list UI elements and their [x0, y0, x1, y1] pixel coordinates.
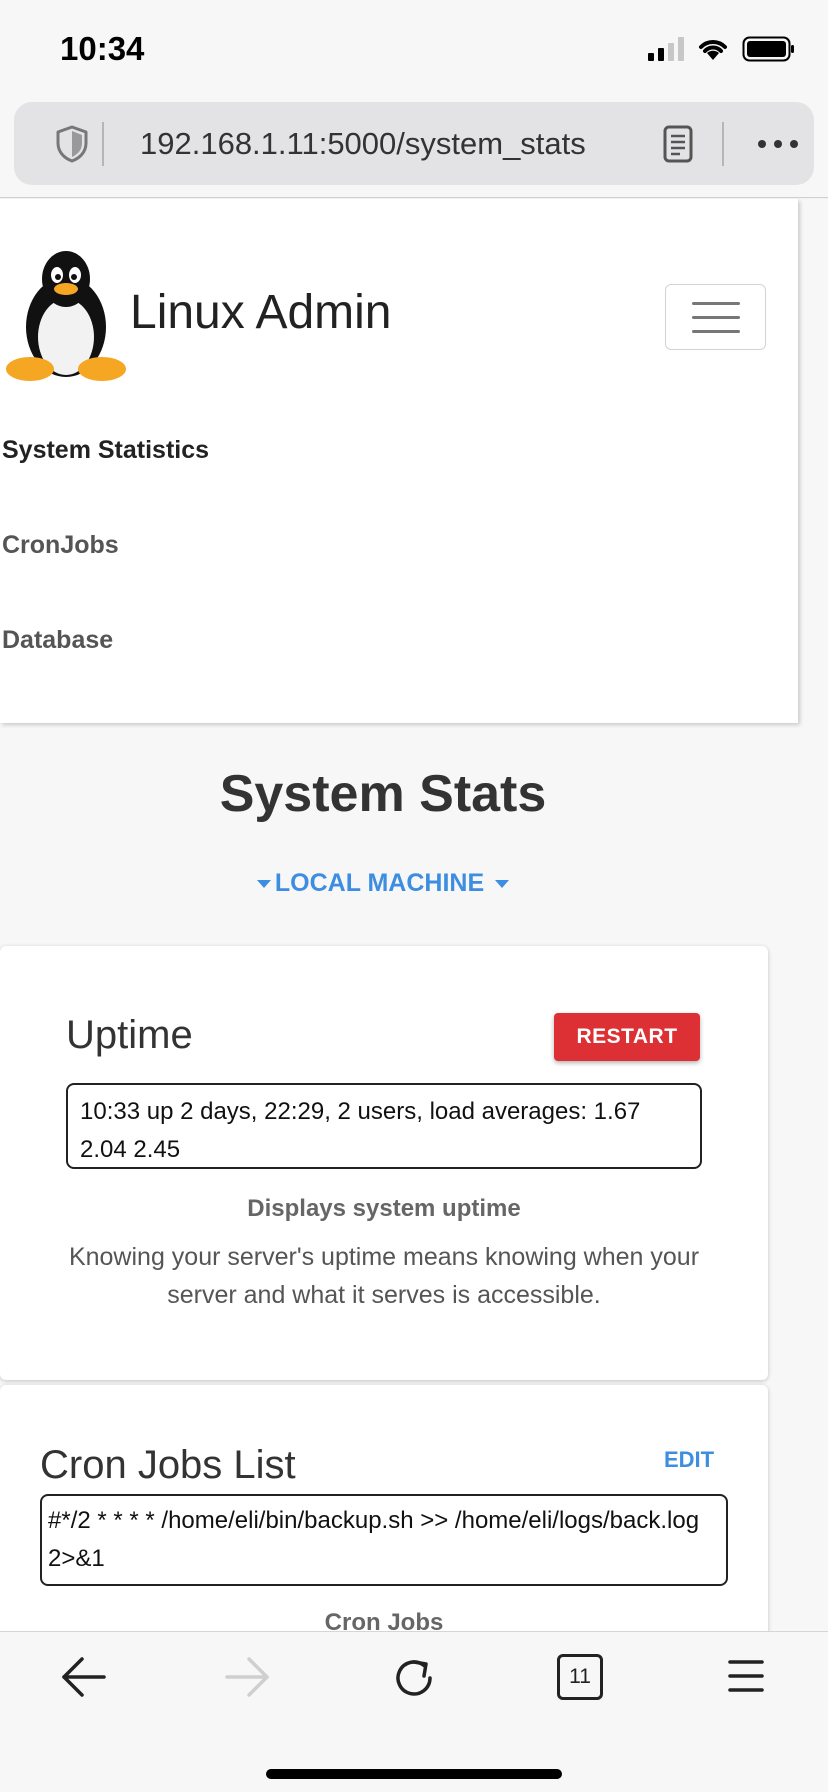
restart-button[interactable]: RESTART [554, 1013, 700, 1061]
cron-jobs-output: #*/2 * * * * /home/eli/bin/backup.sh >> … [40, 1494, 728, 1586]
tux-penguin-logo[interactable] [4, 245, 128, 385]
url-divider [722, 122, 724, 166]
machine-select-dropdown[interactable]: LOCAL MACHINE [0, 869, 766, 898]
cron-jobs-card: Cron Jobs List EDIT #*/2 * * * * /home/e… [0, 1385, 768, 1631]
uptime-description: Knowing your server's uptime means knowi… [68, 1243, 700, 1309]
machine-select-label: LOCAL MACHINE [274, 869, 485, 897]
nav-item-system-statistics[interactable]: System Statistics [2, 436, 209, 465]
home-indicator[interactable] [266, 1769, 562, 1779]
page-title: System Stats [219, 765, 547, 823]
nav-toggle-button[interactable] [665, 284, 766, 350]
browser-chrome: 192.168.1.11:5000/system_stats [0, 100, 828, 198]
navbar: Linux Admin System Statistics CronJobs D… [0, 199, 798, 723]
uptime-title: Uptime [66, 1013, 193, 1057]
brand-title[interactable]: Linux Admin [130, 285, 392, 340]
browser-toolbar: 11 [0, 1631, 828, 1792]
url-divider [102, 122, 104, 166]
reload-icon[interactable] [390, 1654, 438, 1702]
more-options-icon[interactable] [758, 140, 798, 148]
url-text[interactable]: 192.168.1.11:5000/system_stats [140, 126, 586, 162]
wifi-icon [699, 40, 727, 60]
cron-jobs-subtitle: Cron Jobs [324, 1609, 444, 1631]
status-time: 10:34 [60, 30, 145, 67]
chevron-down-icon [495, 880, 510, 889]
tabs-icon[interactable]: 11 [557, 1654, 603, 1700]
cron-jobs-title: Cron Jobs List [40, 1443, 296, 1487]
caret-down-icon [256, 880, 271, 889]
status-icons [648, 36, 796, 62]
forward-arrow-icon[interactable] [223, 1654, 273, 1700]
shield-icon[interactable] [54, 124, 90, 164]
web-page: Linux Admin System Statistics CronJobs D… [0, 199, 828, 1631]
nav-item-cronjobs[interactable]: CronJobs [2, 531, 119, 560]
reader-mode-icon[interactable] [662, 124, 694, 164]
edit-button[interactable]: EDIT [664, 1447, 714, 1473]
status-bar: 10:34 [0, 0, 828, 100]
nav-item-database[interactable]: Database [2, 626, 113, 655]
menu-icon[interactable] [726, 1654, 766, 1698]
address-bar[interactable]: 192.168.1.11:5000/system_stats [14, 102, 814, 185]
uptime-output: 10:33 up 2 days, 22:29, 2 users, load av… [66, 1083, 702, 1169]
battery-icon [742, 36, 794, 62]
cellular-signal-icon [648, 37, 684, 61]
uptime-subtitle: Displays system uptime [247, 1195, 521, 1222]
uptime-card: Uptime RESTART 10:33 up 2 days, 22:29, 2… [0, 946, 768, 1380]
back-arrow-icon[interactable] [58, 1654, 108, 1700]
